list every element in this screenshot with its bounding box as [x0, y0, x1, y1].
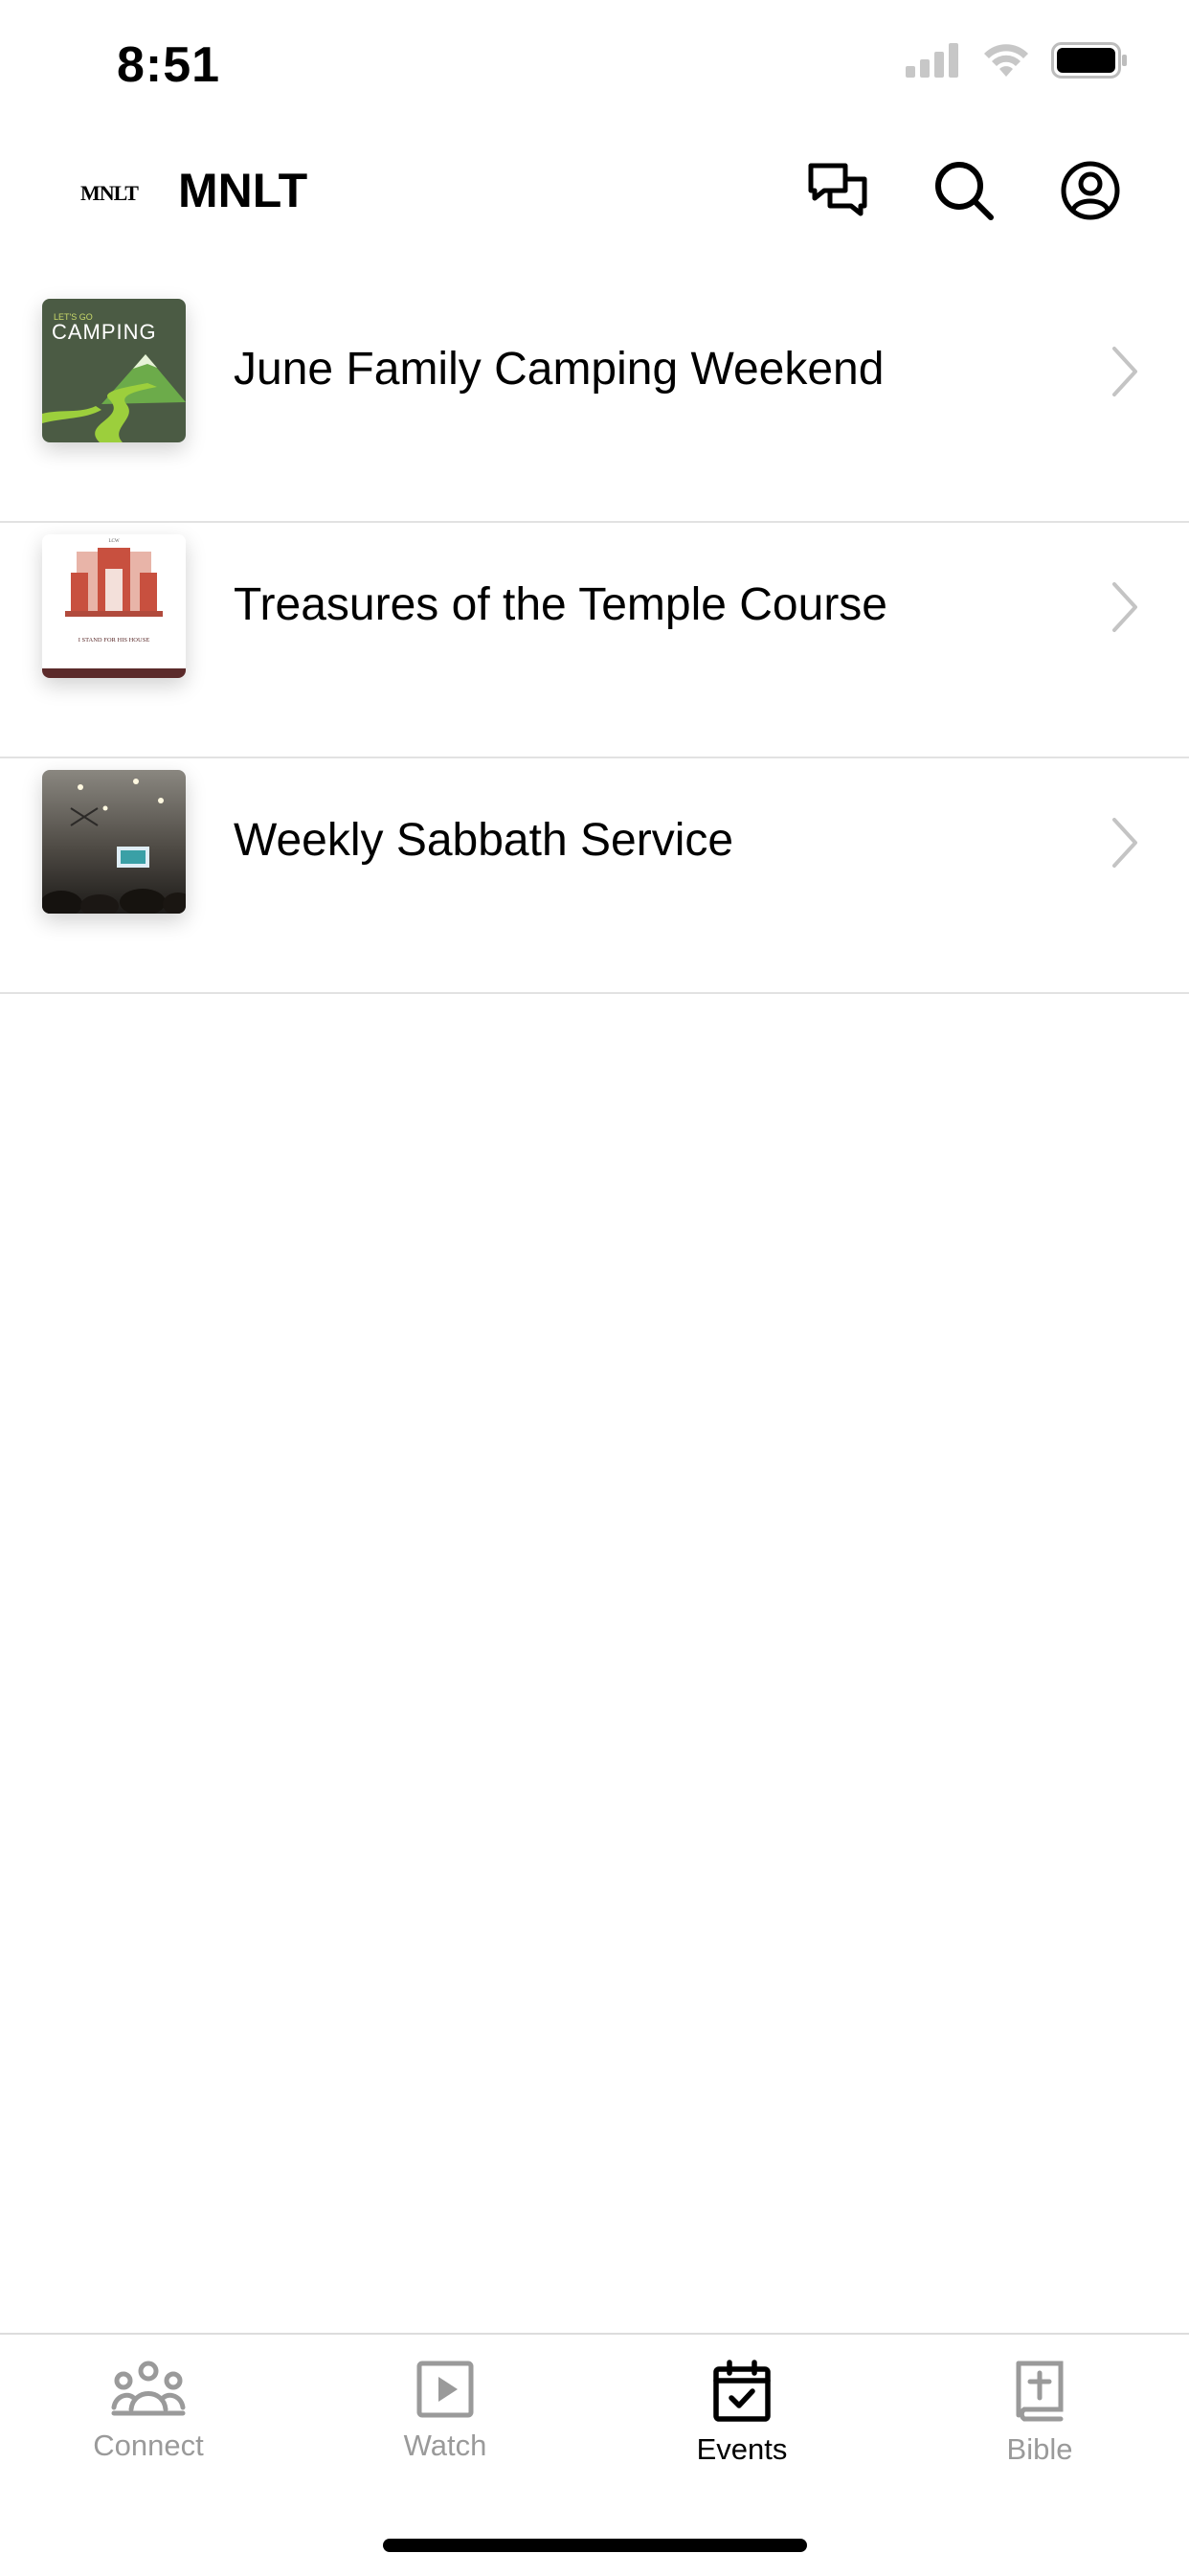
tab-watch[interactable]: Watch [349, 2360, 541, 2463]
tab-bible[interactable]: Bible [944, 2360, 1135, 2467]
header-actions [806, 159, 1122, 222]
battery-icon [1051, 42, 1127, 79]
logo-text: MNLT [80, 181, 139, 205]
profile-icon [1061, 161, 1120, 220]
event-row[interactable]: LET'S GO CAMPING June Family Camping Wee… [0, 287, 1189, 523]
status-icons [906, 42, 1128, 79]
thumb-title: CAMPING [52, 320, 157, 344]
event-title: June Family Camping Weekend [234, 344, 885, 395]
bible-icon [1016, 2361, 1064, 2422]
home-indicator[interactable] [383, 2539, 807, 2552]
chevron-right-icon [1112, 347, 1137, 396]
app-header: MNLT MNLT [0, 134, 1189, 287]
status-time: 8:51 [117, 37, 221, 93]
tab-label: Watch [403, 2429, 487, 2462]
tab-connect[interactable]: Connect [53, 2360, 244, 2463]
event-row[interactable]: LCW I STAND FOR HIS HOUSE Treasures of t… [0, 523, 1189, 758]
event-title: Weekly Sabbath Service [234, 815, 734, 866]
people-icon [111, 2361, 186, 2416]
event-thumbnail-sabbath [42, 770, 186, 914]
search-icon [935, 162, 994, 220]
wifi-icon [984, 44, 1028, 77]
tab-label: Connect [93, 2429, 204, 2462]
thumb-kicker: LCW [108, 539, 119, 544]
event-row[interactable]: Weekly Sabbath Service [0, 758, 1189, 994]
search-button[interactable] [932, 159, 996, 222]
play-icon [416, 2361, 474, 2418]
chat-button[interactable] [806, 159, 869, 222]
event-list: LET'S GO CAMPING June Family Camping Wee… [0, 287, 1189, 994]
calendar-check-icon [713, 2360, 771, 2422]
status-bar: 8:51 [0, 0, 1189, 134]
thumb-caption: I STAND FOR HIS HOUSE [79, 637, 150, 644]
event-thumbnail-camping: LET'S GO CAMPING [42, 299, 186, 442]
event-thumbnail-temple: LCW I STAND FOR HIS HOUSE [42, 534, 186, 678]
app-logo: MNLT [80, 174, 139, 213]
tab-label: Bible [1006, 2432, 1073, 2466]
app-title: MNLT [178, 164, 308, 217]
tab-events[interactable]: Events [646, 2360, 838, 2467]
chevron-right-icon [1112, 582, 1137, 632]
profile-button[interactable] [1059, 159, 1122, 222]
event-title: Treasures of the Temple Course [234, 579, 887, 630]
cellular-signal-icon [906, 43, 958, 78]
tab-label: Events [696, 2432, 788, 2466]
chat-bubbles-icon [808, 163, 867, 216]
chevron-right-icon [1112, 818, 1137, 868]
